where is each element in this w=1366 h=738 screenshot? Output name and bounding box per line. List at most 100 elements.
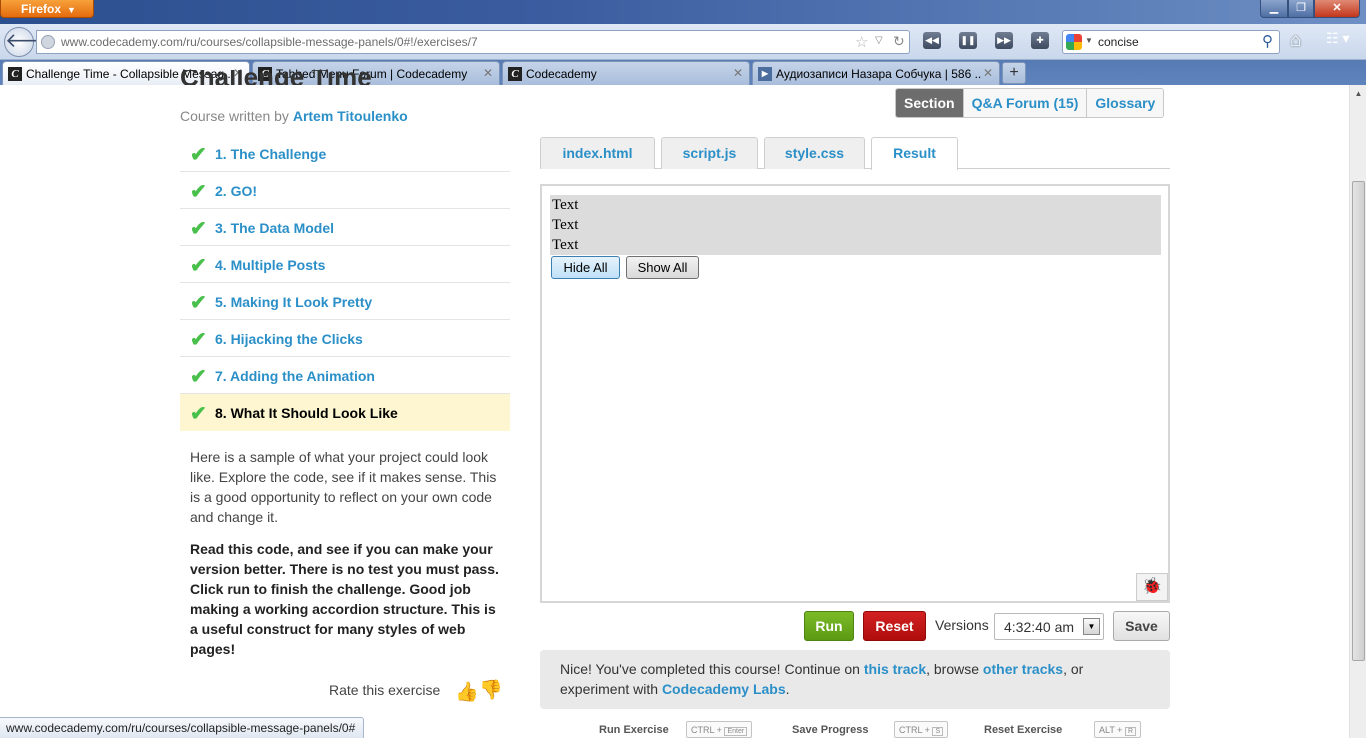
history-dropdown-icon[interactable]: ▽ [875,35,883,46]
close-tab-icon[interactable]: ✕ [983,66,993,80]
thumbs-down-icon[interactable]: 👎 [479,678,503,702]
checkmark-icon: ✔ [190,255,207,277]
page-scrollbar[interactable]: ▲ [1349,85,1366,738]
lesson-item-1[interactable]: ✔ 1. The Challenge [180,135,510,172]
fast-forward-icon[interactable]: ▶▶ [995,32,1013,49]
checkmark-icon: ✔ [190,218,207,240]
other-tracks-link[interactable]: other tracks [983,661,1063,677]
browser-tab-4[interactable]: ▶ Аудиозаписи Назара Собчука | 586 ... ✕ [752,61,1000,85]
back-button[interactable]: 🡐 [4,27,59,57]
google-icon[interactable] [1066,34,1082,50]
panel-text: Text [552,237,579,253]
complete-text: , browse [926,661,980,677]
thumbs-up-icon[interactable]: 👍 [455,680,479,704]
keyboard-shortcuts: Run Exercise CTRL + Enter Save Progress … [540,720,1170,738]
lesson-item-4[interactable]: ✔ 4. Multiple Posts [180,246,510,283]
rewind-icon[interactable]: ◀◀ [923,32,941,49]
lesson-item-5[interactable]: ✔ 5. Making It Look Pretty [180,283,510,320]
chevron-down-icon[interactable]: ▼ [1083,618,1100,635]
tab-section[interactable]: Section [896,89,963,117]
versions-select[interactable]: 4:32:40 am ▼ [994,613,1104,640]
chevron-down-icon: ▼ [67,5,76,15]
search-bar[interactable]: ▼ concise ⚲ [1062,30,1280,54]
this-track-link[interactable]: this track [864,661,926,677]
status-bar: www.codecademy.com/ru/courses/collapsibl… [0,717,364,738]
shortcut-keycap: R [1124,727,1137,736]
bug-report-icon[interactable]: 🐞 [1136,573,1168,601]
maximize-button[interactable]: ❐ [1288,0,1314,18]
tab-title: Аудиозаписи Назара Собчука | 586 ... [776,67,981,81]
checkmark-icon: ✔ [190,292,207,314]
lesson-item-7[interactable]: ✔ 7. Adding the Animation [180,357,510,394]
run-button[interactable]: Run [804,611,854,641]
checkmark-icon: ✔ [190,181,207,203]
lesson-item-3[interactable]: ✔ 3. The Data Model [180,209,510,246]
course-author: Course written by Artem Titoulenko [180,108,408,124]
lesson-label: 3. The Data Model [215,220,335,236]
tab-style-css[interactable]: style.css [764,137,865,169]
lesson-item-6[interactable]: ✔ 6. Hijacking the Clicks [180,320,510,357]
checkmark-icon: ✔ [190,366,207,388]
tab-glossary[interactable]: Glossary [1086,89,1164,117]
new-tab-button[interactable]: + [1002,62,1026,84]
shortcut-modifier: ALT + [1099,725,1123,735]
lesson-item-2[interactable]: ✔ 2. GO! [180,172,510,209]
complete-text: Nice! You've completed this course! Cont… [560,661,860,677]
browser-tab-3[interactable]: C Codecademy ✕ [502,61,750,85]
lesson-label: 4. Multiple Posts [215,257,326,273]
navigation-toolbar: 🡐 www.codecademy.com/ru/courses/collapsi… [0,24,1366,60]
result-preview: Text Text Text Hide All Show All 🐞 [540,184,1170,603]
accordion-panels: Text Text Text [550,195,1161,255]
rate-exercise-label: Rate this exercise [329,682,441,698]
search-engine-dropdown-icon[interactable]: ▼ [1085,36,1093,45]
hide-all-button[interactable]: Hide All [551,256,620,279]
bookmarks-menu-icon[interactable]: ☷ ▾ [1326,30,1360,52]
shortcut-keycap: Enter [724,727,748,736]
address-bar[interactable]: www.codecademy.com/ru/courses/collapsibl… [36,30,910,54]
add-icon[interactable]: ✚ [1031,32,1049,49]
close-tab-icon[interactable]: ✕ [483,66,493,80]
title-bar: Firefox ▼ ▁ ❐ ✕ [0,0,1366,24]
shortcut-modifier: CTRL + [899,725,930,735]
codecademy-favicon-icon: C [508,67,522,81]
tab-script-js[interactable]: script.js [661,137,758,169]
tab-qa-forum[interactable]: Q&A Forum (15) [962,89,1087,117]
lesson-label: 7. Adding the Animation [215,368,375,384]
reset-button[interactable]: Reset [863,611,926,641]
course-complete-message: Nice! You've completed this course! Cont… [540,650,1170,709]
codecademy-favicon-icon: C [8,67,22,81]
tab-result[interactable]: Result [871,137,958,170]
show-all-button[interactable]: Show All [626,256,699,279]
checkmark-icon: ✔ [190,329,207,351]
shortcut-key: CTRL + Enter [686,721,753,738]
section-nav: Section Q&A Forum (15) Glossary [895,88,1165,118]
close-tab-icon[interactable]: ✕ [733,66,743,80]
lesson-label: 6. Hijacking the Clicks [215,331,363,347]
close-window-button[interactable]: ✕ [1314,0,1360,18]
scrollbar-thumb[interactable] [1352,181,1365,661]
shortcut-key: ALT + R [1094,721,1142,738]
search-icon[interactable]: ⚲ [1262,32,1273,50]
audio-favicon-icon: ▶ [758,67,772,81]
lesson-list: ✔ 1. The Challenge ✔ 2. GO! ✔ 3. The Data M… [180,135,510,431]
lesson-item-8-current[interactable]: ✔ 8. What It Should Look Like [180,394,510,431]
shortcut-label: Save Progress [792,724,869,736]
author-link[interactable]: Artem Titoulenko [293,108,408,124]
page-title: Challenge Time [180,70,372,85]
reload-icon[interactable]: ↻ [893,33,905,50]
site-identity-icon[interactable] [41,35,55,49]
firefox-menu-label: Firefox [21,2,62,16]
home-icon[interactable]: ⌂ [1290,30,1301,52]
scroll-up-icon[interactable]: ▲ [1350,85,1366,102]
bookmark-star-icon[interactable]: ☆ [855,33,868,51]
save-button[interactable]: Save [1113,611,1170,641]
tab-index-html[interactable]: index.html [540,137,655,169]
pause-icon[interactable]: ❚❚ [959,32,977,49]
codecademy-labs-link[interactable]: Codecademy Labs [662,681,786,697]
search-input[interactable]: concise [1098,35,1139,49]
checkmark-icon: ✔ [190,403,207,425]
firefox-menu-button[interactable]: Firefox ▼ [0,0,94,18]
editor-file-tabs: index.html script.js style.css Result [540,137,1170,170]
exercise-instructions: Read this code, and see if you can make … [190,541,499,657]
minimize-button[interactable]: ▁ [1260,0,1288,18]
